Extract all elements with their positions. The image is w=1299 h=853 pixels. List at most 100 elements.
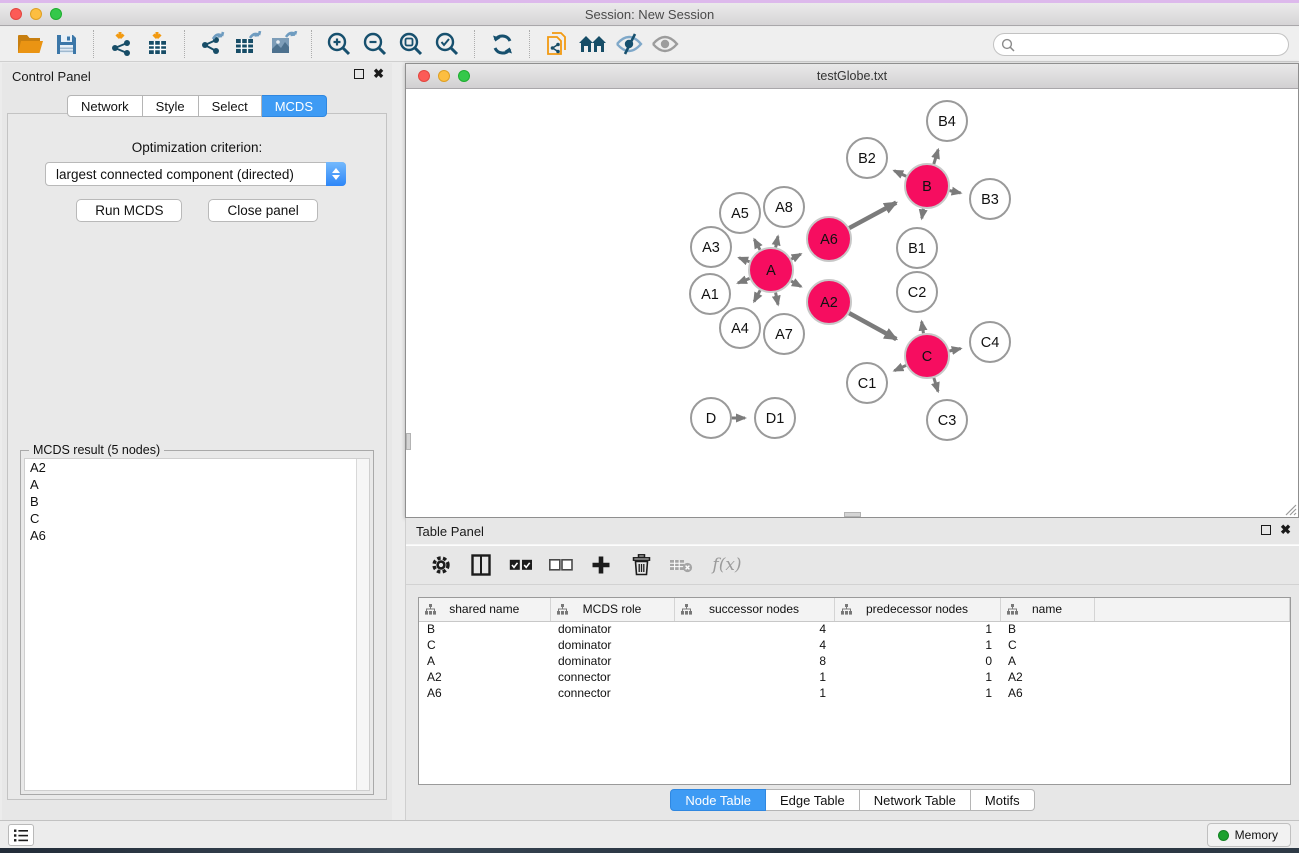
graph-node-A6[interactable]: A6 — [807, 217, 851, 261]
graph-node-B[interactable]: B — [905, 164, 949, 208]
scrollbar-grip-left[interactable] — [406, 433, 411, 450]
title-bar[interactable]: Session: New Session — [0, 3, 1299, 26]
result-list-scrollbar[interactable] — [356, 459, 369, 790]
graph-node-A3[interactable]: A3 — [691, 227, 731, 267]
graph-node-B4[interactable]: B4 — [927, 101, 967, 141]
graph-edge[interactable] — [776, 236, 778, 247]
graph-node-B1[interactable]: B1 — [897, 228, 937, 268]
graph-edge[interactable] — [776, 293, 778, 305]
add-column-icon[interactable] — [588, 551, 614, 579]
graph-edge[interactable] — [849, 203, 896, 228]
tab-network-table[interactable]: Network Table — [860, 789, 971, 811]
graph-edge[interactable] — [922, 209, 924, 219]
table-row[interactable]: Cdominator41C — [419, 637, 1290, 653]
graph-node-C4[interactable]: C4 — [970, 322, 1010, 362]
table-row[interactable]: A2connector11A2 — [419, 669, 1290, 685]
tab-edge-table[interactable]: Edge Table — [766, 789, 860, 811]
tab-network[interactable]: Network — [67, 95, 143, 117]
column-header[interactable]: successor nodes — [674, 598, 834, 621]
table-row[interactable]: Bdominator41B — [419, 621, 1290, 637]
zoom-selected-icon[interactable] — [429, 29, 465, 59]
graph-node-A8[interactable]: A8 — [764, 187, 804, 227]
mcds-result-list[interactable]: A2ABCA6 — [24, 458, 370, 791]
graph-edge[interactable] — [791, 254, 800, 259]
zoom-out-icon[interactable] — [357, 29, 393, 59]
network-canvas[interactable]: B4 B2 B B3 A5A8A6 A3 B1 A A1 C2 A2 A4A7 C4 C C1 C3 D D1 — [406, 89, 1298, 517]
graph-edge[interactable] — [950, 191, 961, 193]
optimization-criterion-dropdown[interactable]: largest connected component (directed) — [45, 162, 346, 186]
select-all-rows-icon[interactable] — [508, 551, 534, 579]
tab-mcds[interactable]: MCDS — [262, 95, 327, 117]
network-window-titlebar[interactable]: testGlobe.txt — [406, 64, 1298, 89]
graph-node-A7[interactable]: A7 — [764, 314, 804, 354]
save-session-icon[interactable] — [48, 29, 84, 59]
run-mcds-button[interactable]: Run MCDS — [76, 199, 182, 222]
tab-select[interactable]: Select — [199, 95, 262, 117]
refresh-icon[interactable] — [484, 29, 520, 59]
tab-node-table[interactable]: Node Table — [670, 789, 766, 811]
zoom-fit-icon[interactable] — [393, 29, 429, 59]
close-panel-icon[interactable]: ✖ — [373, 69, 384, 79]
graph-node-A[interactable]: A — [749, 248, 793, 292]
column-header[interactable]: predecessor nodes — [834, 598, 1000, 621]
close-table-panel-icon[interactable]: ✖ — [1280, 525, 1291, 535]
open-file-icon[interactable] — [12, 29, 48, 59]
float-table-panel-icon[interactable] — [1261, 525, 1271, 535]
table-row[interactable]: A6connector11A6 — [419, 685, 1290, 701]
graph-edge[interactable] — [934, 378, 938, 391]
task-history-button[interactable] — [8, 824, 34, 846]
graph-node-D1[interactable]: D1 — [755, 398, 795, 438]
table-settings-gear-icon[interactable] — [428, 551, 454, 579]
column-header[interactable]: shared name — [419, 598, 550, 621]
graph-edge[interactable] — [754, 290, 760, 301]
graph-edge[interactable] — [922, 322, 924, 334]
graph-node-B3[interactable]: B3 — [970, 179, 1010, 219]
graph-node-C1[interactable]: C1 — [847, 363, 887, 403]
resize-grip-icon[interactable] — [1284, 503, 1297, 516]
graph-node-C3[interactable]: C3 — [927, 400, 967, 440]
float-panel-icon[interactable] — [354, 69, 364, 79]
result-list-item[interactable]: A2 — [25, 459, 369, 476]
table-row[interactable]: Adominator80A — [419, 653, 1290, 669]
export-image-icon[interactable] — [266, 29, 302, 59]
graph-edge[interactable] — [934, 150, 938, 164]
column-header[interactable]: MCDS role — [550, 598, 674, 621]
memory-button[interactable]: Memory — [1207, 823, 1291, 847]
search-input[interactable] — [993, 33, 1289, 56]
zoom-in-icon[interactable] — [321, 29, 357, 59]
network-graph[interactable]: B4 B2 B B3 A5A8A6 A3 B1 A A1 C2 A2 A4A7 C4 C C1 C3 D D1 — [406, 89, 1298, 517]
deselect-all-rows-icon[interactable] — [548, 551, 574, 579]
result-list-item[interactable]: A — [25, 476, 369, 493]
export-table-icon[interactable] — [230, 29, 266, 59]
result-list-item[interactable]: A6 — [25, 527, 369, 544]
scrollbar-grip-bottom[interactable] — [844, 512, 861, 517]
graph-edge[interactable] — [949, 349, 960, 352]
graph-edge[interactable] — [894, 365, 906, 370]
node-table[interactable]: shared nameMCDS rolesuccessor nodesprede… — [418, 597, 1291, 785]
export-network-icon[interactable] — [194, 29, 230, 59]
graph-node-A5[interactable]: A5 — [720, 193, 760, 233]
graph-edge[interactable] — [894, 171, 906, 177]
show-columns-icon[interactable] — [468, 551, 494, 579]
result-list-item[interactable]: B — [25, 493, 369, 510]
graph-node-C2[interactable]: C2 — [897, 272, 937, 312]
graph-edge[interactable] — [791, 281, 801, 286]
graph-node-D[interactable]: D — [691, 398, 731, 438]
import-table-icon[interactable] — [139, 29, 175, 59]
graph-edge[interactable] — [738, 278, 750, 283]
graph-edge[interactable] — [754, 239, 760, 249]
first-neighbors-icon[interactable] — [575, 29, 611, 59]
graph-node-A4[interactable]: A4 — [720, 308, 760, 348]
graph-node-C[interactable]: C — [905, 334, 949, 378]
graph-node-B2[interactable]: B2 — [847, 138, 887, 178]
close-panel-button[interactable]: Close panel — [208, 199, 317, 222]
show-all-icon[interactable] — [647, 29, 683, 59]
tab-style[interactable]: Style — [143, 95, 199, 117]
graph-node-A2[interactable]: A2 — [807, 280, 851, 324]
graph-node-A1[interactable]: A1 — [690, 274, 730, 314]
graph-edge[interactable] — [739, 258, 750, 262]
graph-edge[interactable] — [849, 313, 896, 339]
result-list-item[interactable]: C — [25, 510, 369, 527]
hide-selected-icon[interactable] — [611, 29, 647, 59]
tab-motifs[interactable]: Motifs — [971, 789, 1035, 811]
